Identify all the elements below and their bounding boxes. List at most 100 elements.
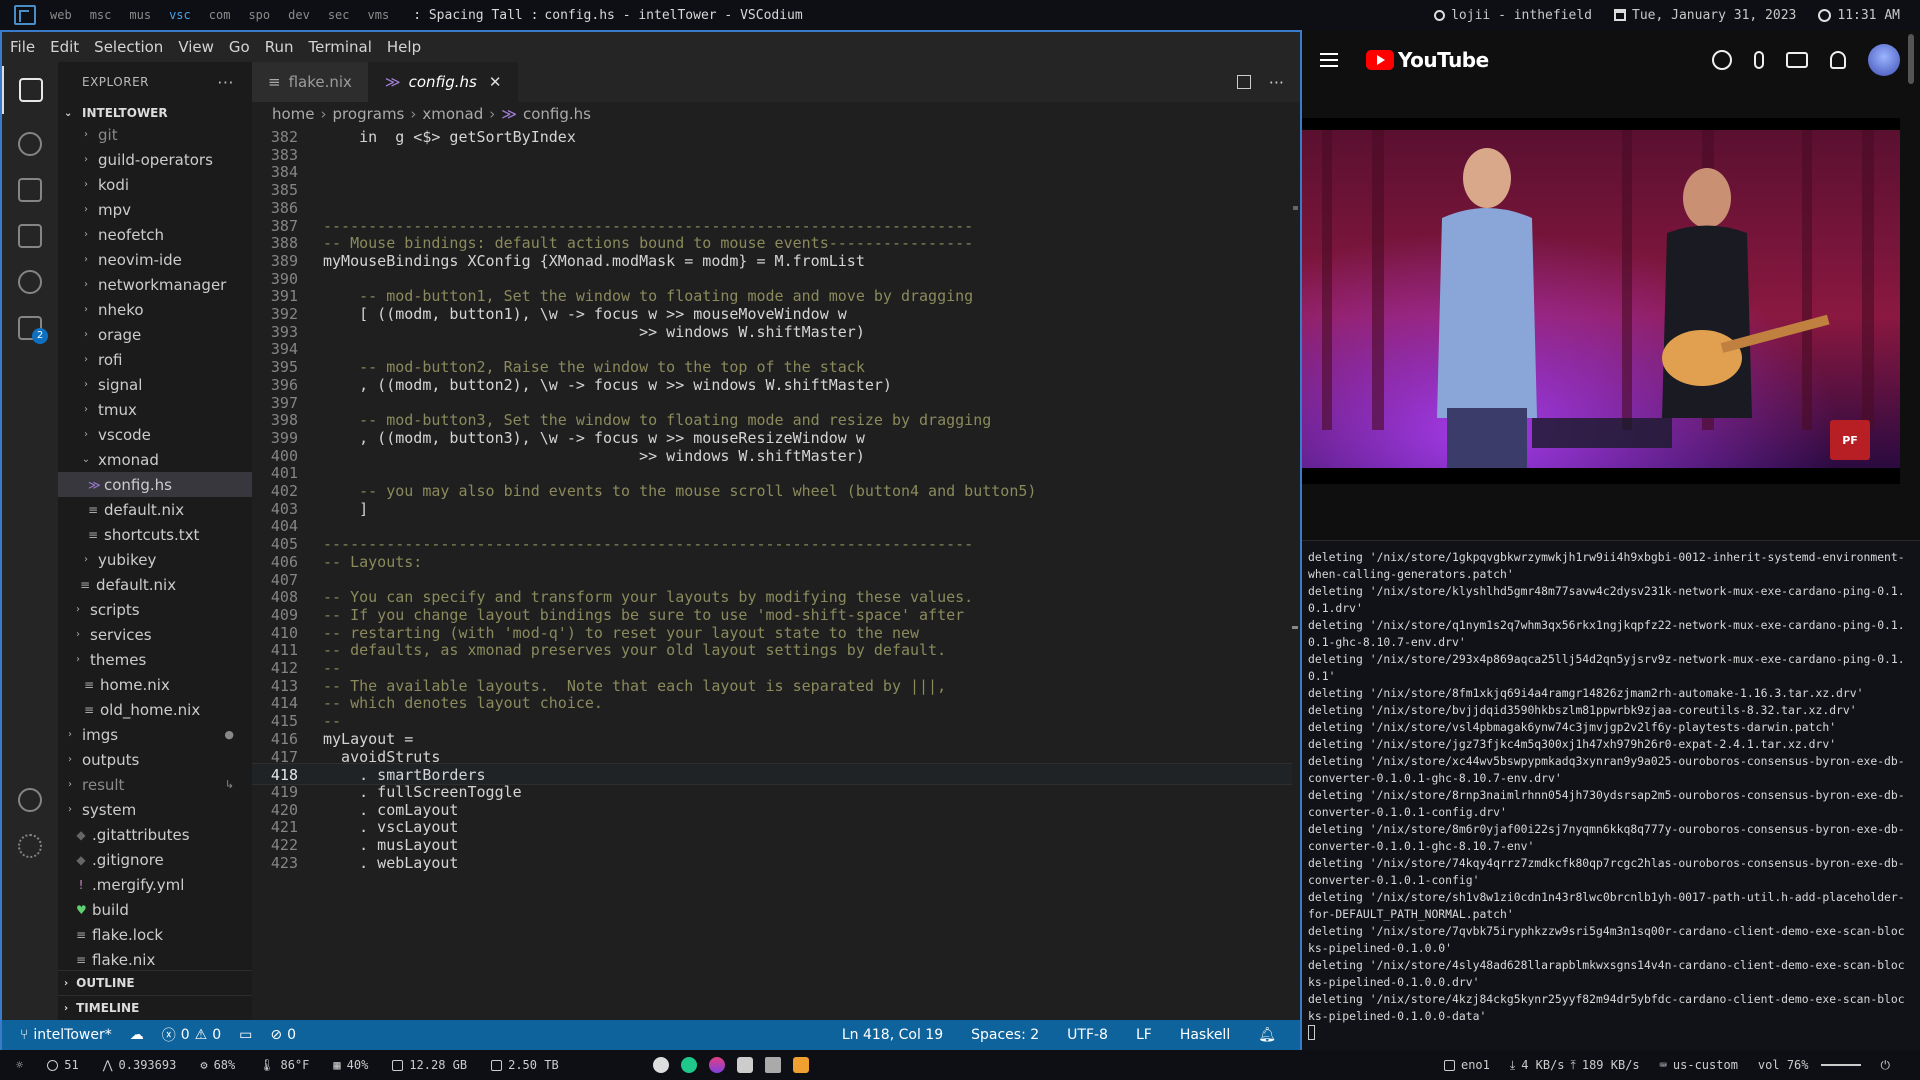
tree-item[interactable]: › nheko: [58, 297, 252, 322]
notifications-icon[interactable]: 🔔︎: [1258, 1027, 1276, 1043]
workspace-mus[interactable]: mus: [129, 8, 151, 22]
tree-item[interactable]: › result ↳: [58, 772, 252, 797]
tree-item[interactable]: ≡ home.nix: [58, 672, 252, 697]
tree-item[interactable]: › kodi: [58, 172, 252, 197]
tree-item[interactable]: › guild-operators: [58, 147, 252, 172]
tree-item[interactable]: › themes: [58, 647, 252, 672]
source-control-activity[interactable]: 2: [2, 304, 58, 352]
tree-item[interactable]: ≡ old_home.nix: [58, 697, 252, 722]
tree-item[interactable]: › services: [58, 622, 252, 647]
menu-go[interactable]: Go: [229, 38, 250, 56]
app-green-icon[interactable]: [680, 1057, 697, 1073]
tree-item[interactable]: ! .mergify.yml: [58, 872, 252, 897]
breadcrumb-programs[interactable]: programs: [333, 105, 405, 123]
problems-indicator[interactable]: ⓧ 0 ⚠ 0: [162, 1025, 221, 1045]
tree-item[interactable]: ⌄ xmonad: [58, 447, 252, 472]
tree-item[interactable]: ≫ config.hs: [58, 472, 252, 497]
terminal-window[interactable]: deleting '/nix/store/1gkpqvgbkwrzymwkjh1…: [1302, 540, 1920, 1050]
volume-indicator[interactable]: vol 76%: [1758, 1058, 1861, 1072]
tree-item[interactable]: › neovim-ide: [58, 247, 252, 272]
tree-item[interactable]: › imgs ●: [58, 722, 252, 747]
tree-item[interactable]: › yubikey: [58, 547, 252, 572]
split-editor-icon[interactable]: [1236, 75, 1251, 89]
end-of-line[interactable]: LF: [1136, 1027, 1152, 1043]
breadcrumb-home[interactable]: home: [272, 105, 315, 123]
tree-item[interactable]: › networkmanager: [58, 272, 252, 297]
accounts-activity[interactable]: [2, 776, 58, 824]
tree-item[interactable]: ≡ flake.nix: [58, 947, 252, 972]
settings-activity[interactable]: [2, 822, 58, 870]
discord-icon[interactable]: [652, 1057, 669, 1073]
app-gradient-icon[interactable]: [708, 1057, 725, 1073]
video-player[interactable]: PF: [1302, 118, 1900, 484]
youtube-logo[interactable]: YouTube: [1366, 48, 1489, 72]
bell-icon[interactable]: [1830, 51, 1846, 69]
search-icon[interactable]: [1712, 50, 1732, 70]
explorer-activity[interactable]: [2, 66, 58, 114]
tab-flake-nix[interactable]: ≡ flake.nix: [252, 62, 369, 102]
workspace-dev[interactable]: dev: [288, 8, 310, 22]
ports-indicator[interactable]: ⊘ 0: [270, 1027, 296, 1043]
menu-terminal[interactable]: Terminal: [309, 38, 372, 56]
code-editor[interactable]: 382 in g <$> getSortByIndex 383 384 385 386 3…: [252, 126, 1300, 1020]
menu-icon[interactable]: [1320, 53, 1338, 67]
tree-item[interactable]: ≡ default.nix: [58, 572, 252, 597]
explorer-more-button[interactable]: ···: [217, 73, 234, 92]
branch-indicator[interactable]: ⑂ intelTower*: [20, 1027, 112, 1043]
breadcrumb-xmonad[interactable]: xmonad: [422, 105, 483, 123]
menu-edit[interactable]: Edit: [50, 38, 79, 56]
close-icon[interactable]: ✕: [489, 73, 502, 91]
run-debug-activity[interactable]: [2, 166, 58, 214]
search-activity[interactable]: [2, 120, 58, 168]
display-icon[interactable]: [736, 1057, 753, 1073]
editor-scrollbar[interactable]: [1290, 126, 1300, 1020]
tree-item[interactable]: › system: [58, 797, 252, 822]
app-orange-icon[interactable]: [792, 1057, 809, 1073]
workspace-root[interactable]: ⌄ INTELTOWER: [58, 102, 252, 124]
tree-item[interactable]: › tmux: [58, 397, 252, 422]
tree-item[interactable]: › outputs: [58, 747, 252, 772]
tree-item[interactable]: ◆ .gitignore: [58, 847, 252, 872]
cursor-position[interactable]: Ln 418, Col 19: [842, 1027, 943, 1043]
avatar[interactable]: [1868, 44, 1900, 76]
menu-run[interactable]: Run: [265, 38, 294, 56]
timeline-section[interactable]: › TIMELINE: [58, 995, 252, 1020]
tree-item[interactable]: › signal: [58, 372, 252, 397]
keyboard-indicator[interactable]: ⌨ us-custom: [1660, 1058, 1738, 1072]
workspace-vms[interactable]: vms: [368, 8, 390, 22]
tree-item[interactable]: › orage: [58, 322, 252, 347]
encoding[interactable]: UTF-8: [1067, 1027, 1108, 1043]
menu-selection[interactable]: Selection: [94, 38, 163, 56]
sync-icon[interactable]: ☁: [130, 1027, 144, 1043]
tab-config-hs[interactable]: ≫ config.hs ✕: [368, 62, 519, 102]
more-actions-icon[interactable]: ···: [1269, 73, 1284, 92]
tree-item[interactable]: › vscode: [58, 422, 252, 447]
tree-item[interactable]: ♥ build: [58, 897, 252, 922]
folder-icon[interactable]: ▭: [239, 1027, 252, 1043]
code-line[interactable]: 423 . webLayout: [252, 852, 1292, 874]
language-mode[interactable]: Haskell: [1180, 1027, 1230, 1043]
menu-help[interactable]: Help: [387, 38, 421, 56]
menu-file[interactable]: File: [10, 38, 35, 56]
workspace-msc[interactable]: msc: [90, 8, 112, 22]
outline-section[interactable]: › OUTLINE: [58, 970, 252, 995]
create-video-icon[interactable]: [1786, 52, 1808, 68]
tree-item[interactable]: › scripts: [58, 597, 252, 622]
speaker-icon[interactable]: [764, 1057, 781, 1073]
channel-watermark[interactable]: PF: [1830, 420, 1870, 460]
extensions-activity[interactable]: [2, 212, 58, 260]
workspace-vsc[interactable]: vsc: [169, 8, 191, 22]
tree-item[interactable]: ≡ flake.lock: [58, 922, 252, 947]
menu-view[interactable]: View: [178, 38, 214, 56]
brightness-icon[interactable]: ☼: [16, 1058, 23, 1072]
tree-item[interactable]: › mpv: [58, 197, 252, 222]
tree-item[interactable]: › neofetch: [58, 222, 252, 247]
breadcrumb-file[interactable]: config.hs: [523, 105, 591, 123]
power-icon[interactable]: ⏻: [1881, 1058, 1891, 1073]
microphone-icon[interactable]: [1754, 51, 1764, 69]
workspace-com[interactable]: com: [209, 8, 231, 22]
workspace-web[interactable]: web: [50, 8, 72, 22]
tree-item[interactable]: › rofi: [58, 347, 252, 372]
youtube-scrollbar[interactable]: [1908, 34, 1914, 84]
tree-item[interactable]: › git: [58, 122, 252, 147]
